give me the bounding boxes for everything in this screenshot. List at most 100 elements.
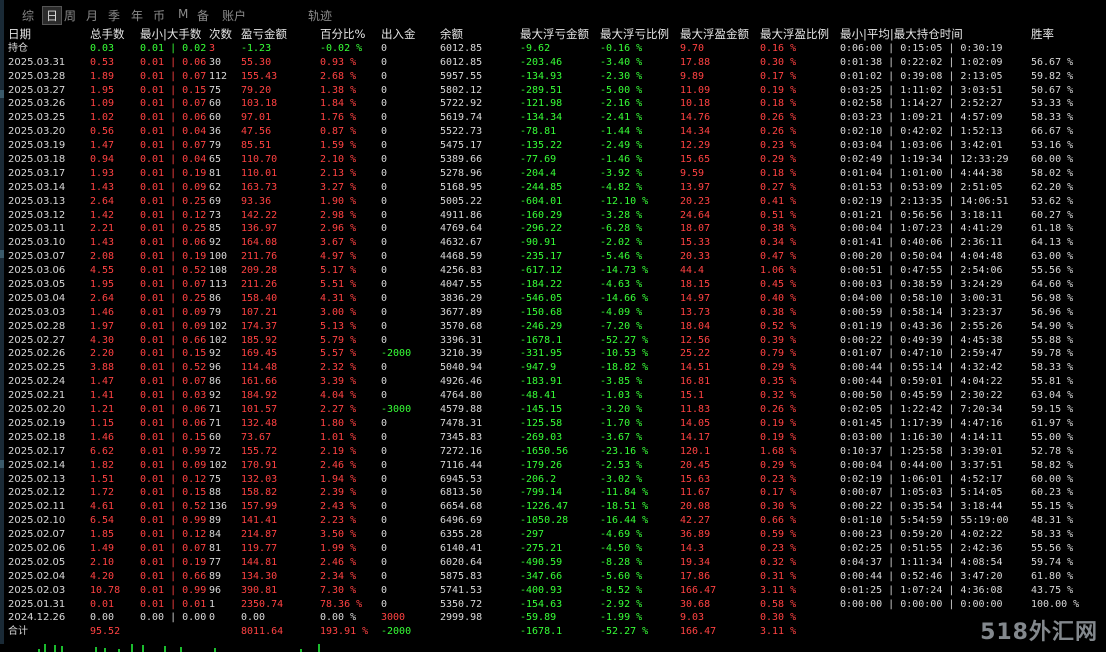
tab-6[interactable]: 币 — [153, 7, 165, 24]
cell-balance: 7116.44 — [440, 459, 483, 471]
cell-deposit: 0 — [381, 445, 388, 457]
cell-hold-time: 0:01:19 | 0:43:36 | 2:55:26 — [840, 320, 1003, 332]
left-strip-mark — [0, 460, 4, 468]
cell-max-float-loss-pct: -2.53 % — [600, 459, 643, 471]
cell-hold-time: 0:02:10 | 0:42:02 | 1:52:13 — [840, 126, 1003, 138]
cell-hold-time: 0:00:44 | 0:55:14 | 4:32:42 — [840, 362, 1003, 374]
bottom-bar — [54, 645, 56, 652]
cell-max-float-loss-pct: -1.46 % — [600, 154, 643, 166]
cell-max-float-loss: -204.4 — [520, 167, 557, 179]
cell-max-float-profit: 30.68 — [680, 598, 711, 610]
cell-win-rate: 43.75 % — [1031, 584, 1074, 596]
cell-max-float-loss-pct: -4.63 % — [600, 279, 643, 291]
cell-hold-time: 0:01:38 | 0:22:02 | 1:02:09 — [840, 56, 1003, 68]
cell-max-float-profit: 13.73 — [680, 306, 711, 318]
cell-max-float-profit: 9.03 — [680, 612, 705, 624]
cell-min-max-lots: 0.01 | 0.99 — [140, 515, 207, 527]
cell-max-float-profit-pct: 3.11 % — [760, 584, 797, 596]
cell-max-float-loss: -246.29 — [520, 320, 563, 332]
cell-total-lots: 10.78 — [90, 584, 121, 596]
cell-count: 0 — [209, 612, 216, 624]
cell-win-rate: 53.62 % — [1031, 195, 1074, 207]
cell-count: 92 — [209, 348, 222, 360]
cell-win-rate: 61.80 % — [1031, 570, 1074, 582]
cell-date: 2025.03.03 — [8, 306, 66, 318]
tab-10[interactable]: 轨迹 — [308, 7, 332, 24]
cell-date: 2025.03.04 — [8, 292, 66, 304]
cell-pnl: 79.20 — [241, 84, 272, 96]
cell-max-float-loss-pct: -0.16 % — [600, 42, 643, 54]
cell-max-float-profit-pct: 0.19 % — [760, 84, 797, 96]
cell-deposit: 0 — [381, 167, 388, 179]
cell-win-rate: 60.27 % — [1031, 209, 1074, 221]
cell-balance: 6012.85 — [440, 42, 483, 54]
cell-max-float-loss: -244.85 — [520, 181, 563, 193]
cell-count: 89 — [209, 570, 222, 582]
cell-balance: 3836.29 — [440, 292, 483, 304]
cell-date: 2025.03.27 — [8, 84, 66, 96]
cell-min-max-lots: 0.01 | 0.25 — [140, 292, 207, 304]
cell-max-float-profit-pct: 0.29 % — [760, 154, 797, 166]
cell-win-rate: 53.16 % — [1031, 140, 1074, 152]
cell-balance: 6496.69 — [440, 515, 483, 527]
cell-min-max-lots: 0.01 | 0.52 — [140, 362, 207, 374]
cell-balance: 6813.50 — [440, 487, 483, 499]
cell-hold-time: 0:03:25 | 1:11:02 | 3:03:51 — [840, 84, 1003, 96]
cell-percent: 2.43 % — [320, 501, 357, 513]
cell-max-float-profit-pct: 0.52 % — [760, 320, 797, 332]
cell-win-rate: 60.23 % — [1031, 487, 1074, 499]
cell-percent: 3.39 % — [320, 376, 357, 388]
tab-5[interactable]: 年 — [131, 7, 143, 24]
cell-count: 73 — [209, 209, 222, 221]
cell-pnl: 155.43 — [241, 70, 278, 82]
cell-max-float-loss-pct: -3.85 % — [600, 376, 643, 388]
cell-hold-time: 0:00:07 | 1:05:03 | 5:14:05 — [840, 487, 1003, 499]
left-edge-strip — [0, 0, 4, 652]
cell-min-max-lots: 0.01 | 0.02 — [140, 42, 207, 54]
cell-balance: 7478.31 — [440, 417, 483, 429]
cell-min-max-lots: 0.01 | 0.25 — [140, 223, 207, 235]
cell-pnl: 132.03 — [241, 473, 278, 485]
cell-count: 86 — [209, 376, 222, 388]
header-date: 日期 — [8, 28, 31, 41]
cell-hold-time: 0:04:37 | 1:11:34 | 4:08:54 — [840, 556, 1003, 568]
cell-deposit: 0 — [381, 376, 388, 388]
cell-max-float-profit-pct: 3.11 % — [760, 626, 797, 638]
tab-0[interactable]: 综 — [22, 7, 34, 24]
cell-max-float-loss: -78.81 — [520, 126, 557, 138]
cell-date: 持仓 — [8, 42, 28, 54]
cell-max-float-loss-pct: -2.30 % — [600, 70, 643, 82]
cell-deposit: 0 — [381, 542, 388, 554]
cell-balance: 3210.39 — [440, 348, 483, 360]
cell-hold-time: 0:01:07 | 0:47:10 | 2:59:47 — [840, 348, 1003, 360]
cell-max-float-profit: 166.47 — [680, 584, 717, 596]
tab-3[interactable]: 月 — [86, 7, 98, 24]
tab-8[interactable]: 备 — [197, 7, 209, 24]
cell-max-float-loss: -121.98 — [520, 98, 563, 110]
cell-deposit: 0 — [381, 181, 388, 193]
cell-win-rate: 61.97 % — [1031, 417, 1074, 429]
cell-win-rate: 100.00 % — [1031, 598, 1080, 610]
cell-percent: 5.17 % — [320, 265, 357, 277]
cell-min-max-lots: 0.01 | 0.06 — [140, 112, 207, 124]
cell-max-float-profit: 24.64 — [680, 209, 711, 221]
tab-9[interactable]: 账户 — [222, 7, 246, 24]
cell-win-rate: 56.67 % — [1031, 56, 1074, 68]
cell-count: 77 — [209, 556, 222, 568]
tab-4[interactable]: 季 — [108, 7, 120, 24]
cell-max-float-profit-pct: 0.29 % — [760, 362, 797, 374]
cell-max-float-profit: 9.59 — [680, 167, 705, 179]
tab-7[interactable]: M — [178, 7, 188, 21]
tab-2[interactable]: 周 — [64, 7, 76, 24]
cell-balance: 4047.55 — [440, 279, 483, 291]
cell-date: 2025.02.11 — [8, 501, 66, 513]
tab-1[interactable]: 日 — [42, 6, 63, 25]
cell-pnl: 2350.74 — [241, 598, 284, 610]
cell-total-lots: 1.49 — [90, 542, 115, 554]
cell-win-rate: 56.98 % — [1031, 292, 1074, 304]
cell-deposit: 0 — [381, 584, 388, 596]
cell-total-lots: 1.46 — [90, 431, 115, 443]
cell-pnl: 169.45 — [241, 348, 278, 360]
header-total-lots: 总手数 — [90, 28, 125, 41]
cell-min-max-lots: 0.01 | 0.99 — [140, 445, 207, 457]
